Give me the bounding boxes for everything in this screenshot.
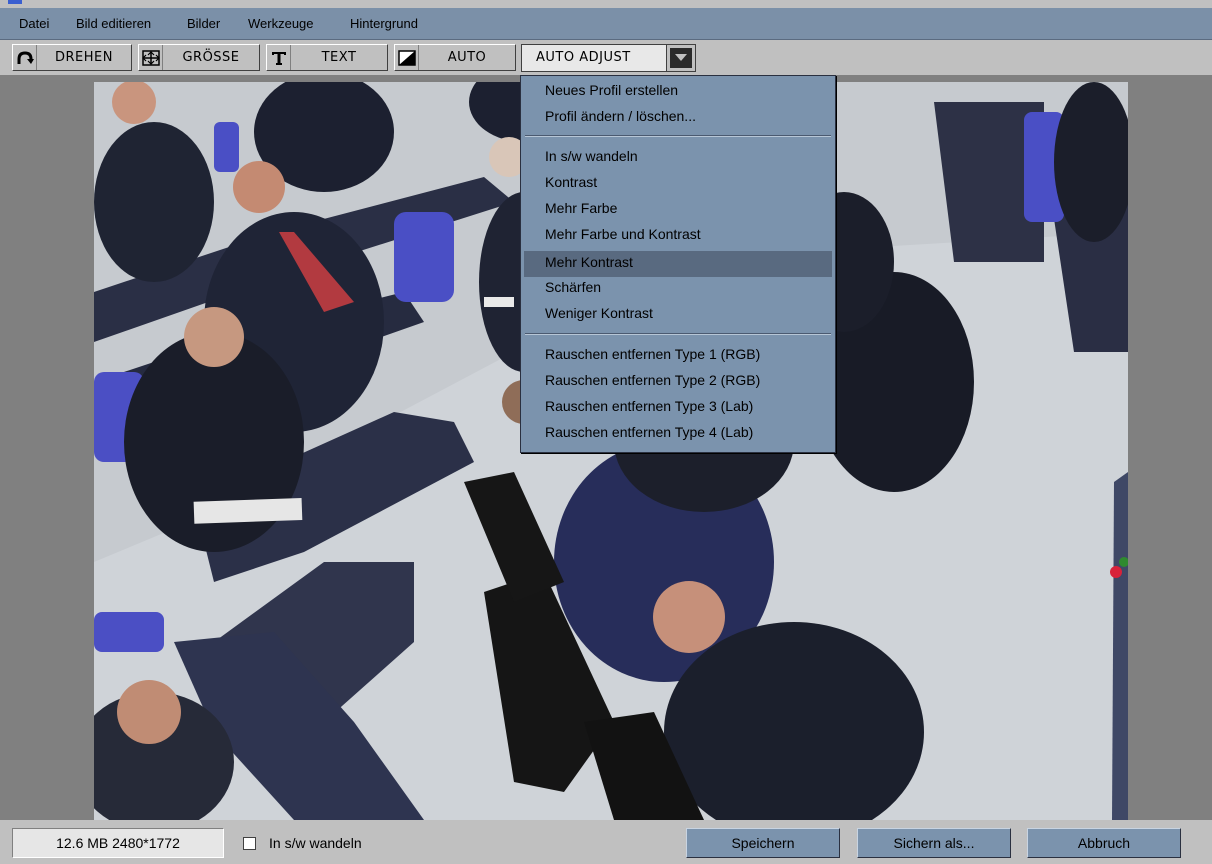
menu-item-rauschen-1[interactable]: Rauschen entfernen Type 1 (RGB) <box>545 346 760 362</box>
menu-item-neues-profil[interactable]: Neues Profil erstellen <box>545 82 678 98</box>
save-button[interactable]: Speichern <box>686 828 840 858</box>
text-icon <box>267 45 291 70</box>
menu-item-mehr-kontrast[interactable]: Mehr Kontrast <box>545 254 633 270</box>
menu-item-in-sw-wandeln[interactable]: In s/w wandeln <box>545 148 638 164</box>
resize-icon <box>139 45 163 70</box>
auto-contrast-icon <box>395 45 419 70</box>
menu-datei[interactable]: Datei <box>19 16 49 31</box>
menu-separator <box>525 333 831 335</box>
rotate-icon <box>13 45 37 70</box>
menu-bilder[interactable]: Bilder <box>187 16 220 31</box>
rotate-label: DREHEN <box>55 50 113 65</box>
menu-bar: Datei Bild editieren Bilder Werkzeuge Hi… <box>0 8 1212 40</box>
menu-separator <box>525 135 831 137</box>
menu-item-schaerfen[interactable]: Schärfen <box>545 279 601 295</box>
bw-checkbox-label[interactable]: In s/w wandeln <box>269 835 362 851</box>
menu-item-mehr-farbe[interactable]: Mehr Farbe <box>545 200 617 216</box>
auto-adjust-menu: Neues Profil erstellen Profil ändern / l… <box>520 75 836 453</box>
auto-adjust-value: AUTO ADJUST <box>536 50 631 65</box>
rotate-button[interactable]: DREHEN <box>12 44 132 71</box>
title-strip <box>0 0 1212 8</box>
menu-bild-editieren[interactable]: Bild editieren <box>76 16 151 31</box>
cancel-button[interactable]: Abbruch <box>1027 828 1181 858</box>
bw-checkbox[interactable] <box>243 837 256 850</box>
menu-item-rauschen-4[interactable]: Rauschen entfernen Type 4 (Lab) <box>545 424 753 440</box>
chevron-down-icon <box>670 48 692 68</box>
text-button[interactable]: TEXT <box>266 44 388 71</box>
save-as-button[interactable]: Sichern als... <box>857 828 1011 858</box>
auto-button[interactable]: AUTO <box>394 44 516 71</box>
menu-item-profil-aendern[interactable]: Profil ändern / löschen... <box>545 108 696 124</box>
menu-item-kontrast[interactable]: Kontrast <box>545 174 597 190</box>
resize-label: GRÖSSE <box>182 50 240 65</box>
image-info: 12.6 MB 2480*1772 <box>12 828 224 858</box>
text-label: TEXT <box>321 50 357 65</box>
auto-label: AUTO <box>447 50 487 65</box>
title-strip-accent <box>8 0 22 4</box>
menu-werkzeuge[interactable]: Werkzeuge <box>248 16 314 31</box>
menu-hintergrund[interactable]: Hintergrund <box>350 16 418 31</box>
dropdown-arrow-button[interactable] <box>666 45 695 71</box>
auto-adjust-dropdown[interactable]: AUTO ADJUST <box>521 44 696 72</box>
menu-item-mehr-farbe-kontrast[interactable]: Mehr Farbe und Kontrast <box>545 226 701 242</box>
menu-item-rauschen-3[interactable]: Rauschen entfernen Type 3 (Lab) <box>545 398 753 414</box>
resize-button[interactable]: GRÖSSE <box>138 44 260 71</box>
menu-item-rauschen-2[interactable]: Rauschen entfernen Type 2 (RGB) <box>545 372 760 388</box>
menu-item-weniger-kontrast[interactable]: Weniger Kontrast <box>545 305 653 321</box>
